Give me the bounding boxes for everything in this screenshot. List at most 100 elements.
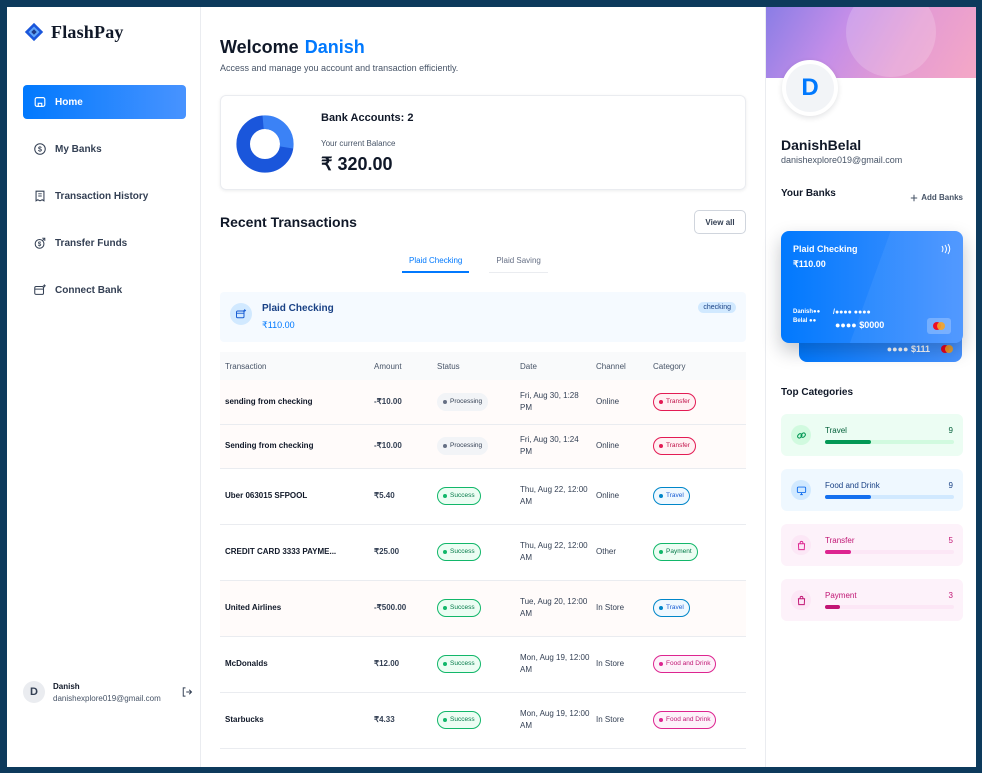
category-text: Travel (666, 492, 684, 499)
transaction-status-cell: Success (432, 692, 515, 749)
balance-label: Your current Balance (321, 139, 396, 148)
receipt-icon (35, 190, 45, 202)
category-item-transfer[interactable]: Transfer 5 (781, 524, 963, 566)
svg-text:$: $ (38, 241, 42, 248)
profile-avatar[interactable]: D (782, 60, 838, 116)
category-item-food-and-drink[interactable]: Food and Drink 9 (781, 469, 963, 511)
sidebar-item-label: Transfer Funds (55, 237, 128, 249)
sidebar-item-home[interactable]: Home (23, 85, 186, 119)
add-banks-label: Add Banks (921, 193, 963, 202)
category-progress-bar (825, 605, 954, 609)
transaction-channel: In Store (591, 580, 648, 637)
sidebar-user-info: Danish danishexplore019@gmail.com (53, 682, 173, 703)
category-count: 9 (948, 426, 953, 435)
home-icon (34, 97, 46, 107)
transaction-category-cell: Travel (648, 468, 746, 525)
profile-name: DanishBelal (781, 137, 862, 153)
category-count: 9 (948, 481, 953, 490)
card-add-icon (34, 284, 46, 295)
card-number: ●●●● $111 (886, 344, 930, 354)
category-text: Transfer (666, 442, 690, 449)
account-tabs: Plaid Checking Plaid Saving (402, 250, 548, 273)
logout-icon[interactable] (181, 686, 193, 698)
category-name: Food and Drink (825, 481, 880, 490)
category-name: Payment (825, 591, 857, 600)
avatar[interactable]: D (23, 681, 45, 703)
sidebar-item-transaction-history[interactable]: Transaction History (23, 179, 186, 213)
brand[interactable]: FlashPay (23, 21, 124, 43)
table-row[interactable]: McDonalds ₹12.00 Success Mon, Aug 19, 12:00… (220, 636, 746, 693)
category-count: 3 (948, 591, 953, 600)
page-subtitle: Access and manage you account and transa… (220, 63, 459, 73)
bank-card-icon (230, 303, 252, 325)
table-row[interactable]: sending from checking -₹10.00 Processing Fr… (220, 380, 746, 425)
right-sidebar: D DanishBelal danishexplore019@gmail.com… (765, 7, 976, 767)
table-row[interactable]: CREDIT CARD 3333 PAYME... ₹25.00 Success Th… (220, 524, 746, 581)
transaction-name: Sending from checking (220, 424, 369, 469)
transaction-amount: -₹500.00 (369, 580, 432, 637)
table-row[interactable]: United Airlines -₹500.00 Success Tue, Aug 2… (220, 580, 746, 637)
category-progress-fill (825, 440, 872, 444)
contactless-icon (941, 243, 951, 255)
column-header: Status (432, 352, 515, 380)
status-badge: Success (437, 543, 481, 561)
view-all-button[interactable]: View all (694, 210, 746, 234)
transaction-date: Thu, Aug 22, 12:00 AM (515, 468, 591, 525)
page-title: Welcome Danish (220, 37, 365, 58)
transaction-date: Thu, Aug 22, 12:00 AM (515, 524, 591, 581)
category-item-travel[interactable]: Travel 9 (781, 414, 963, 456)
category-text: Food and Drink (666, 716, 711, 723)
sidebar-item-label: Home (55, 96, 83, 108)
category-badge: Transfer (653, 392, 696, 411)
sidebar-item-transfer-funds[interactable]: $ Transfer Funds (23, 226, 186, 260)
link-icon (791, 425, 811, 445)
bag-icon (791, 590, 811, 610)
mastercard-icon (941, 345, 953, 353)
column-header: Category (648, 352, 746, 380)
balance-donut-chart (235, 114, 295, 174)
account-type-badge: checking (698, 302, 736, 313)
money-send-icon: $ (34, 237, 46, 249)
category-progress-bar (825, 440, 954, 444)
status-badge: Success (437, 711, 481, 729)
svg-text:$: $ (38, 147, 42, 154)
transaction-channel: Other (591, 524, 648, 581)
transaction-date: Tue, Aug 20, 12:00 AM (515, 580, 591, 637)
transaction-category-cell: Transfer (648, 424, 746, 469)
sidebar-item-label: My Banks (55, 143, 102, 155)
add-banks-button[interactable]: Add Banks (910, 193, 963, 202)
plus-icon (911, 194, 918, 201)
greeting-text: Welcome (220, 37, 299, 57)
card-balance: ₹110.00 (793, 259, 826, 269)
sidebar-nav: Home $ My Banks Transaction History $ Tr… (23, 85, 186, 307)
category-text: Food and Drink (666, 660, 711, 667)
category-progress-fill (825, 605, 841, 609)
top-categories-title: Top Categories (781, 387, 854, 398)
profile-email: danishexplore019@gmail.com (781, 155, 903, 165)
status-text: Processing (450, 442, 483, 449)
category-item-payment[interactable]: Payment 3 (781, 579, 963, 621)
bag-icon (791, 535, 811, 555)
tab-plaid-saving[interactable]: Plaid Saving (489, 250, 548, 273)
tab-plaid-checking[interactable]: Plaid Checking (402, 250, 470, 273)
status-text: Success (450, 548, 475, 555)
card-number: ●●●● $0000 (835, 320, 885, 330)
transaction-status-cell: Success (432, 636, 515, 693)
category-count: 5 (948, 536, 953, 545)
sidebar-item-my-banks[interactable]: $ My Banks (23, 132, 186, 166)
table-row[interactable]: Starbucks ₹4.33 Success Mon, Aug 19, 12:00 … (220, 692, 746, 749)
column-header: Date (515, 352, 591, 380)
sidebar-item-connect-bank[interactable]: Connect Bank (23, 273, 186, 307)
transaction-date: Fri, Aug 30, 1:28 PM (515, 380, 591, 425)
transaction-name: McDonalds (220, 636, 369, 693)
table-row[interactable]: Sending from checking -₹10.00 Processing Fr… (220, 424, 746, 469)
category-badge: Payment (653, 543, 698, 561)
selected-account-summary: Plaid Checking ₹110.00 checking (220, 292, 746, 342)
monitor-icon (791, 480, 811, 500)
transaction-channel: Online (591, 424, 648, 469)
bank-card-primary[interactable]: Plaid Checking ₹110.00 Danish●● Belal ●●… (781, 231, 963, 343)
category-badge: Food and Drink (653, 655, 717, 673)
bank-accounts-count: Bank Accounts: 2 (321, 112, 414, 124)
table-row[interactable]: Uber 063015 SFPOOL ₹5.40 Success Thu, Aug 2… (220, 468, 746, 525)
transaction-status-cell: Success (432, 468, 515, 525)
